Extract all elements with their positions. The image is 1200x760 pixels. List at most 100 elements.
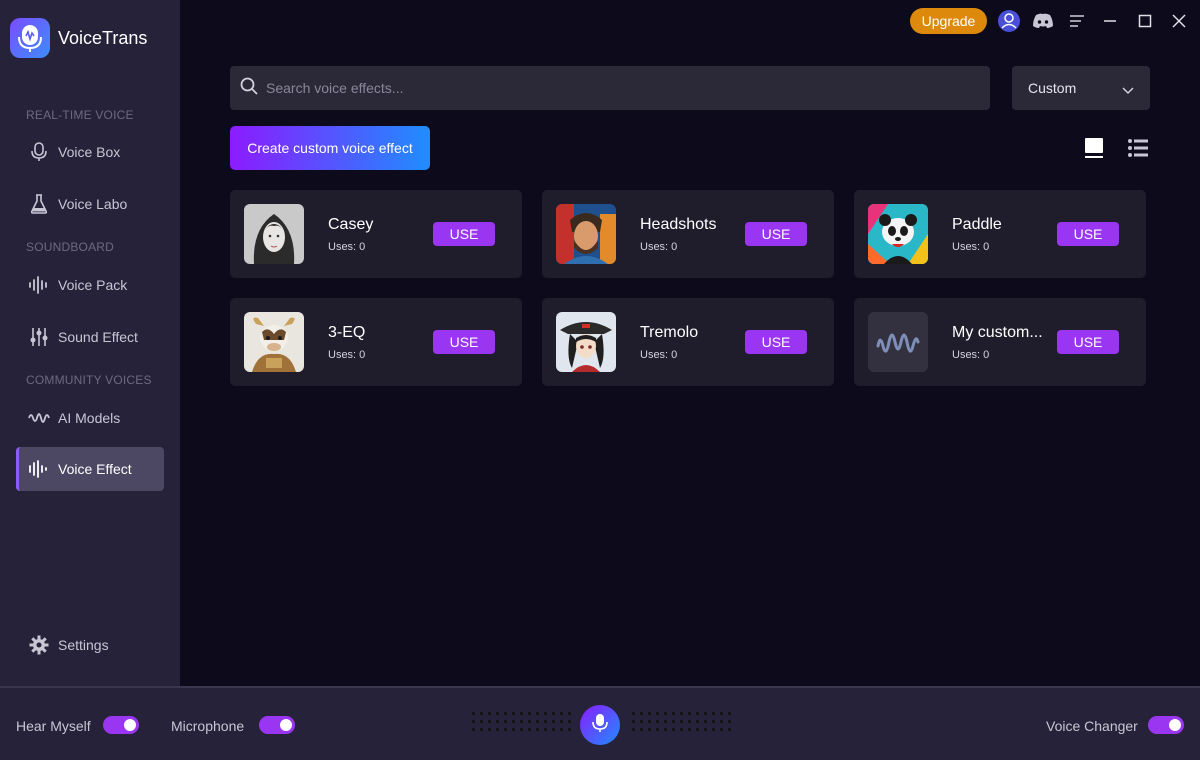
card-uses: Uses: 0 (640, 349, 678, 361)
search-input[interactable] (266, 80, 946, 96)
meter-dot (496, 720, 499, 723)
voice-effect-card[interactable]: Headshots Uses: 0 USE (542, 190, 834, 278)
sidebar-item-voice-labo[interactable]: Voice Labo (16, 182, 164, 226)
create-custom-effect-button[interactable]: Create custom voice effect (230, 126, 430, 170)
meter-dot (648, 720, 651, 723)
sidebar-item-voice-box[interactable]: Voice Box (16, 130, 164, 174)
voice-changer-toggle[interactable] (1148, 716, 1184, 734)
mic-icon (592, 713, 608, 738)
meter-dot (648, 712, 651, 715)
meter-dot (728, 728, 731, 731)
meter-dot (712, 712, 715, 715)
discord-icon[interactable] (1030, 8, 1056, 34)
meter-dot (696, 712, 699, 715)
filter-dropdown[interactable]: Custom (1012, 66, 1150, 110)
sidebar: VoiceTrans REAL-TIME VOICE Voice Box Voi… (0, 0, 180, 686)
meter-dot (552, 720, 555, 723)
section-label-community: COMMUNITY VOICES (26, 373, 152, 387)
card-uses: Uses: 0 (640, 241, 678, 253)
use-button[interactable]: USE (1057, 330, 1119, 354)
meter-dot (720, 720, 723, 723)
maximize-icon[interactable] (1132, 8, 1158, 34)
bottom-bar: Hear Myself Microphone Voice Changer (0, 686, 1200, 760)
headshots-avatar (556, 204, 616, 264)
list-view-icon[interactable] (1126, 136, 1150, 160)
meter-dot (640, 720, 643, 723)
voice-effect-card[interactable]: My custom... Uses: 0 USE (854, 298, 1146, 386)
close-icon[interactable] (1166, 8, 1192, 34)
section-label-soundboard: SOUNDBOARD (26, 240, 115, 254)
chevron-down-icon (1122, 82, 1134, 98)
waveform-icon (28, 274, 50, 296)
microphone-toggle[interactable] (259, 716, 295, 734)
upgrade-button[interactable]: Upgrade (910, 8, 987, 34)
card-uses: Uses: 0 (328, 241, 366, 253)
meter-dot (520, 728, 523, 731)
hear-myself-label: Hear Myself (16, 718, 91, 734)
card-uses: Uses: 0 (952, 241, 990, 253)
waveform-icon (868, 312, 928, 372)
hear-myself-toggle[interactable] (103, 716, 139, 734)
meter-dot (544, 728, 547, 731)
filter-selected-value: Custom (1028, 80, 1077, 96)
meter-dot (656, 720, 659, 723)
menu-icon[interactable] (1064, 8, 1090, 34)
use-button[interactable]: USE (1057, 222, 1119, 246)
waveform-icon (28, 407, 50, 429)
meter-dot (648, 728, 651, 731)
meter-dot (472, 720, 475, 723)
meter-dot (528, 728, 531, 731)
meter-dot (640, 728, 643, 731)
meter-dot (704, 720, 707, 723)
use-button[interactable]: USE (433, 330, 495, 354)
mic-center-button[interactable] (580, 705, 620, 745)
sidebar-item-label: Settings (58, 637, 109, 653)
minimize-icon[interactable] (1097, 8, 1123, 34)
card-name: Headshots (640, 216, 717, 233)
volume-meter-left (472, 712, 576, 731)
sidebar-item-label: Voice Box (58, 144, 121, 160)
sidebar-item-label: Voice Pack (58, 277, 128, 293)
meter-dot (512, 712, 515, 715)
use-button[interactable]: USE (745, 222, 807, 246)
meter-dot (568, 728, 571, 731)
meter-dot (688, 720, 691, 723)
voice-effect-card[interactable]: Tremolo Uses: 0 USE (542, 298, 834, 386)
sidebar-item-ai-models[interactable]: AI Models (16, 396, 164, 440)
meter-dot (688, 712, 691, 715)
meter-dot (496, 712, 499, 715)
sidebar-item-settings[interactable]: Settings (16, 623, 164, 667)
gear-icon (28, 634, 50, 656)
grid-view-icon[interactable] (1082, 136, 1106, 160)
meter-dot (568, 720, 571, 723)
search-icon (240, 77, 258, 100)
meter-dot (728, 712, 731, 715)
voice-effect-card[interactable]: Paddle Uses: 0 USE (854, 190, 1146, 278)
meter-dot (504, 728, 507, 731)
mic-icon (28, 141, 50, 163)
microphone-label: Microphone (171, 718, 245, 734)
meter-dot (632, 712, 635, 715)
sidebar-item-label: Voice Labo (58, 196, 128, 212)
meter-dot (680, 720, 683, 723)
sidebar-item-sound-effect[interactable]: Sound Effect (16, 315, 164, 359)
user-avatar-icon[interactable] (996, 8, 1022, 34)
meter-dot (472, 712, 475, 715)
meter-dot (696, 720, 699, 723)
voice-effect-card[interactable]: Casey Uses: 0 USE (230, 190, 522, 278)
use-button[interactable]: USE (745, 330, 807, 354)
meter-dot (480, 712, 483, 715)
sidebar-item-voice-pack[interactable]: Voice Pack (16, 263, 164, 307)
meter-dot (640, 712, 643, 715)
brand: VoiceTrans (10, 18, 147, 58)
use-button[interactable]: USE (433, 222, 495, 246)
sidebar-item-voice-effect[interactable]: Voice Effect (16, 447, 164, 491)
voice-effect-card[interactable]: 3-EQ Uses: 0 USE (230, 298, 522, 386)
meter-dot (632, 720, 635, 723)
card-name: Casey (328, 216, 374, 233)
meter-dot (560, 712, 563, 715)
sliders-icon (28, 326, 50, 348)
app-name: VoiceTrans (58, 27, 148, 48)
meter-dot (672, 712, 675, 715)
meter-dot (488, 728, 491, 731)
